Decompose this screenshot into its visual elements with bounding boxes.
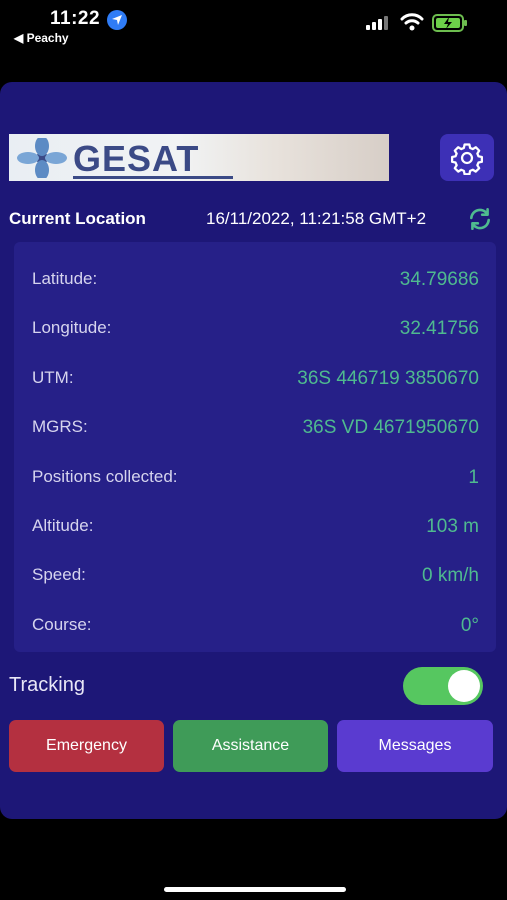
location-arrow-icon bbox=[107, 10, 127, 30]
info-row-mgrs: MGRS: 36S VD 4671950670 bbox=[32, 417, 479, 441]
info-value: 0 km/h bbox=[421, 565, 479, 586]
wifi-icon bbox=[400, 13, 424, 36]
refresh-icon[interactable] bbox=[467, 206, 493, 237]
gear-icon bbox=[450, 142, 484, 175]
fan-logo-icon bbox=[17, 138, 67, 178]
info-row-altitude: Altitude: 103 m bbox=[32, 516, 479, 540]
tracking-label: Tracking bbox=[9, 674, 85, 696]
location-info-card: Latitude: 34.79686 Longitude: 32.41756 U… bbox=[14, 242, 496, 652]
info-label: Latitude: bbox=[32, 269, 98, 288]
info-row-course: Course: 0° bbox=[32, 615, 479, 639]
info-label: Longitude: bbox=[32, 318, 112, 337]
info-row-latitude: Latitude: 34.79686 bbox=[32, 269, 479, 293]
logo-text: GESAT bbox=[73, 138, 200, 179]
info-row-positions-collected: Positions collected: 1 bbox=[32, 467, 479, 491]
battery-charging-icon bbox=[432, 14, 468, 37]
signal-icon bbox=[366, 16, 392, 35]
assistance-button[interactable]: Assistance bbox=[173, 720, 328, 772]
info-value: 36S 446719 3850670 bbox=[297, 368, 479, 389]
info-value: 103 m bbox=[426, 516, 479, 537]
info-value: 0° bbox=[460, 615, 479, 636]
gesat-logo: GESAT bbox=[9, 134, 389, 181]
current-location-title: Current Location bbox=[9, 209, 146, 228]
info-label: MGRS: bbox=[32, 417, 88, 436]
location-timestamp: 16/11/2022, 11:21:58 GMT+2 bbox=[206, 209, 427, 228]
messages-button[interactable]: Messages bbox=[337, 720, 493, 772]
info-row-utm: UTM: 36S 446719 3850670 bbox=[32, 368, 479, 392]
info-label: Course: bbox=[32, 615, 92, 634]
emergency-button[interactable]: Emergency bbox=[9, 720, 164, 772]
info-value: 36S VD 4671950670 bbox=[302, 417, 479, 438]
toggle-knob bbox=[448, 670, 480, 702]
settings-button[interactable] bbox=[440, 134, 494, 181]
info-row-longitude: Longitude: 32.41756 bbox=[32, 318, 479, 342]
back-to-app-link[interactable]: ◀ Peachy bbox=[14, 31, 69, 45]
info-row-speed: Speed: 0 km/h bbox=[32, 565, 479, 589]
info-label: UTM: bbox=[32, 368, 74, 387]
info-value: 34.79686 bbox=[399, 269, 479, 290]
info-value: 32.41756 bbox=[399, 318, 479, 339]
home-indicator[interactable] bbox=[164, 887, 346, 892]
tracking-toggle[interactable] bbox=[403, 667, 483, 705]
info-label: Positions collected: bbox=[32, 467, 178, 486]
status-bar: 11:22 ◀ Peachy bbox=[0, 0, 507, 60]
info-label: Speed: bbox=[32, 565, 86, 584]
main-panel: GESAT Current Location 16/11/2022, 11:21… bbox=[0, 82, 507, 819]
status-time: 11:22 bbox=[50, 8, 101, 29]
info-value: 1 bbox=[468, 467, 479, 488]
info-label: Altitude: bbox=[32, 516, 94, 535]
logo-underline bbox=[73, 176, 233, 179]
